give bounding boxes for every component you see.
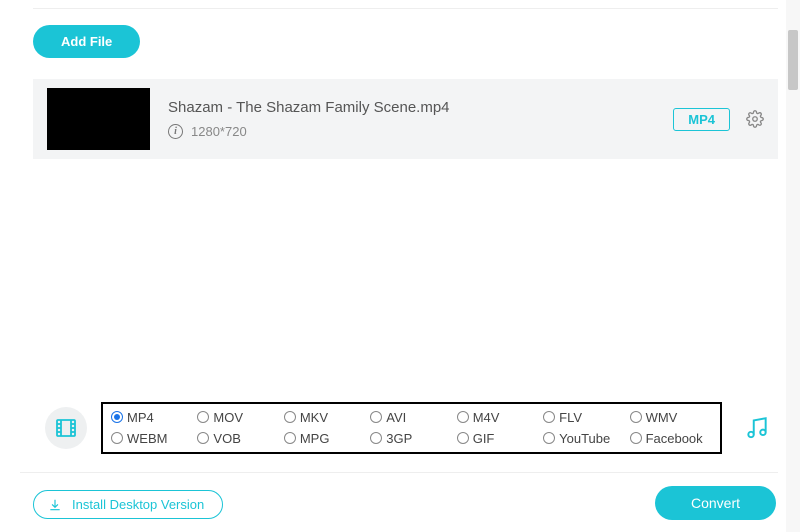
format-label: MPG: [300, 431, 330, 446]
format-option-youtube[interactable]: YouTube: [543, 431, 625, 446]
radio-icon: [543, 411, 555, 423]
radio-icon: [457, 432, 469, 444]
install-desktop-button[interactable]: Install Desktop Version: [33, 490, 223, 519]
format-option-mov[interactable]: MOV: [197, 410, 279, 425]
radio-icon: [630, 432, 642, 444]
format-panel: MP4 MOV MKV AVI M4V FLV WMV WEBM VOB MPG 3GP GIF You…: [33, 395, 778, 460]
format-option-webm[interactable]: WEBM: [111, 431, 193, 446]
format-label: AVI: [386, 410, 406, 425]
scrollbar-track[interactable]: [786, 0, 800, 532]
format-label: M4V: [473, 410, 500, 425]
format-label: WMV: [646, 410, 678, 425]
radio-icon: [543, 432, 555, 444]
format-label: WEBM: [127, 431, 167, 446]
radio-icon: [457, 411, 469, 423]
radio-icon: [370, 432, 382, 444]
format-option-vob[interactable]: VOB: [197, 431, 279, 446]
file-info: Shazam - The Shazam Family Scene.mp4 i 1…: [168, 99, 673, 139]
file-resolution: 1280*720: [191, 124, 247, 139]
format-option-mp4[interactable]: MP4: [111, 410, 193, 425]
file-meta: i 1280*720: [168, 124, 673, 139]
video-mode-button[interactable]: [45, 407, 87, 449]
file-row: Shazam - The Shazam Family Scene.mp4 i 1…: [33, 79, 778, 159]
install-label: Install Desktop Version: [72, 497, 204, 512]
music-icon: [744, 415, 770, 441]
format-label: Facebook: [646, 431, 703, 446]
radio-icon: [284, 411, 296, 423]
format-option-mpg[interactable]: MPG: [284, 431, 366, 446]
format-label: MP4: [127, 410, 154, 425]
scrollbar-thumb[interactable]: [788, 30, 798, 90]
video-thumbnail[interactable]: [47, 88, 150, 150]
format-option-m4v[interactable]: M4V: [457, 410, 539, 425]
format-option-3gp[interactable]: 3GP: [370, 431, 452, 446]
radio-icon: [370, 411, 382, 423]
info-icon[interactable]: i: [168, 124, 183, 139]
format-badge[interactable]: MP4: [673, 108, 730, 131]
radio-icon: [111, 432, 123, 444]
divider: [33, 8, 778, 9]
format-label: GIF: [473, 431, 495, 446]
radio-icon: [284, 432, 296, 444]
download-icon: [48, 498, 62, 512]
format-label: 3GP: [386, 431, 412, 446]
film-icon: [54, 416, 78, 440]
format-label: YouTube: [559, 431, 610, 446]
radio-icon: [111, 411, 123, 423]
format-label: VOB: [213, 431, 240, 446]
radio-icon: [630, 411, 642, 423]
format-option-gif[interactable]: GIF: [457, 431, 539, 446]
format-option-mkv[interactable]: MKV: [284, 410, 366, 425]
radio-icon: [197, 432, 209, 444]
format-option-facebook[interactable]: Facebook: [630, 431, 712, 446]
divider: [20, 472, 778, 473]
format-option-wmv[interactable]: WMV: [630, 410, 712, 425]
format-label: MKV: [300, 410, 328, 425]
format-option-avi[interactable]: AVI: [370, 410, 452, 425]
file-name: Shazam - The Shazam Family Scene.mp4: [168, 99, 673, 116]
radio-icon: [197, 411, 209, 423]
gear-icon[interactable]: [746, 110, 764, 128]
format-label: FLV: [559, 410, 582, 425]
format-options: MP4 MOV MKV AVI M4V FLV WMV WEBM VOB MPG 3GP GIF You…: [101, 402, 722, 454]
format-option-flv[interactable]: FLV: [543, 410, 625, 425]
audio-mode-button[interactable]: [736, 407, 778, 449]
format-label: MOV: [213, 410, 243, 425]
add-file-button[interactable]: Add File: [33, 25, 140, 58]
convert-button[interactable]: Convert: [655, 486, 776, 520]
